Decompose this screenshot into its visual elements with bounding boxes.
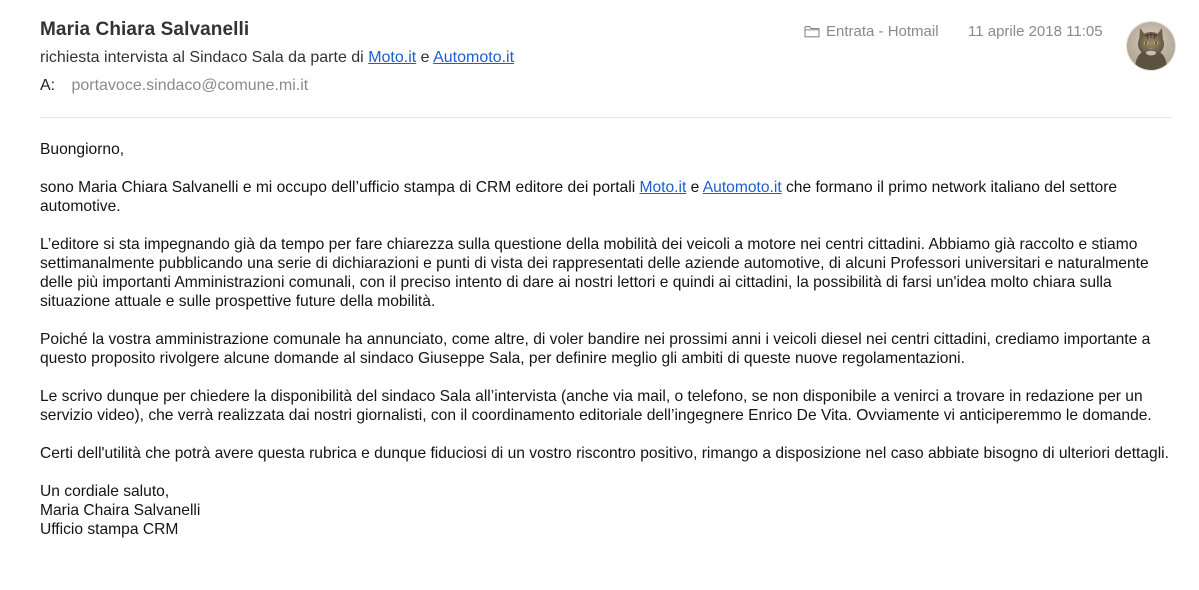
message-body: Buongiorno, sono Maria Chiara Salvanelli… <box>40 140 1185 539</box>
signature-department: Ufficio stampa CRM <box>40 521 179 538</box>
subject-link-moto[interactable]: Moto.it <box>368 49 416 66</box>
subject-link-automoto[interactable]: Automoto.it <box>433 49 514 66</box>
body-paragraph-3: Poiché la vostra amministrazione comunal… <box>40 331 1151 367</box>
message-date: 11 aprile 2018 11:05 <box>968 23 1103 40</box>
sender-avatar[interactable] <box>1127 22 1175 70</box>
cat-avatar-icon <box>1127 22 1175 70</box>
body-paragraph-4: Le scrivo dunque per chiedere la disponi… <box>40 388 1152 424</box>
signature: Un cordiale saluto, Maria Chaira Salvane… <box>40 482 1185 539</box>
message-header: Maria Chiara Salvanelli richiesta interv… <box>0 0 1199 118</box>
folder-icon <box>804 25 820 38</box>
message-subject: richiesta intervista al Sindaco Sala da … <box>40 49 514 67</box>
sender-name[interactable]: Maria Chiara Salvanelli <box>40 19 249 41</box>
body-paragraph-5: Certi dell'utilità che potrà avere quest… <box>40 445 1169 462</box>
subject-text: richiesta intervista al Sindaco Sala da … <box>40 49 369 66</box>
greeting: Buongiorno, <box>40 141 125 158</box>
body-link-moto[interactable]: Moto.it <box>640 179 687 196</box>
paragraph-1-text-a: sono Maria Chiara Salvanelli e mi occupo… <box>40 179 640 196</box>
body-paragraph-1: sono Maria Chiara Salvanelli e mi occupo… <box>40 178 1185 216</box>
paragraph-1-text-b: e <box>686 179 703 196</box>
signature-name: Maria Chaira Salvanelli <box>40 502 201 519</box>
body-link-automoto[interactable]: Automoto.it <box>703 179 782 196</box>
recipient-label: A: <box>40 77 56 94</box>
header-divider <box>40 117 1172 118</box>
recipient-address[interactable]: portavoce.sindaco@comune.mi.it <box>71 77 308 94</box>
signature-closing: Un cordiale saluto, <box>40 483 170 500</box>
recipient-row: A: portavoce.sindaco@comune.mi.it <box>40 77 308 95</box>
subject-conjunction: e <box>416 49 434 66</box>
mailbox-name: Entrata - Hotmail <box>826 23 939 40</box>
mailbox-indicator[interactable]: Entrata - Hotmail <box>804 23 939 40</box>
body-paragraph-2: L’editore si sta impegnando già da tempo… <box>40 236 1149 310</box>
